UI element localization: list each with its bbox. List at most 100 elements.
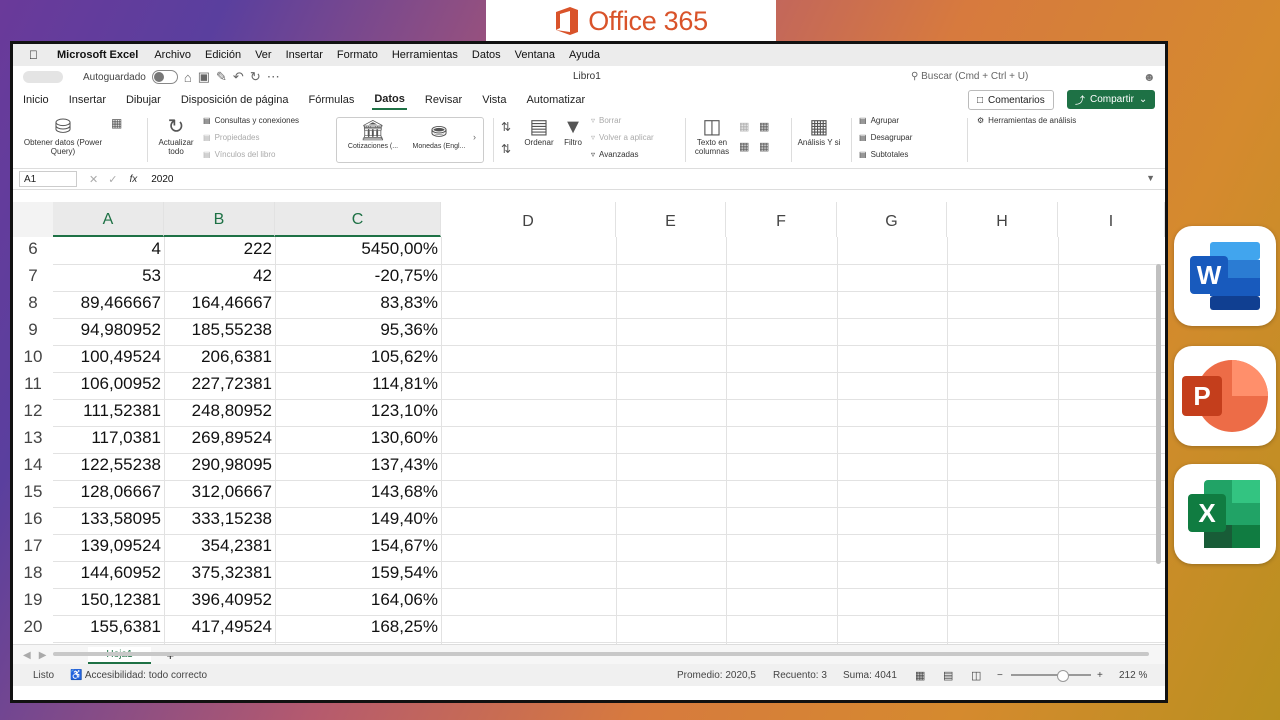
whatif-button[interactable]: ▦ Análisis Y si — [797, 116, 841, 147]
cell-c[interactable]: 168,25% — [275, 617, 441, 637]
column-header-a[interactable]: A — [53, 202, 164, 237]
row-header[interactable]: 19 — [13, 590, 53, 610]
cell-b[interactable]: 396,40952 — [164, 590, 275, 610]
stocks-button[interactable]: 🏛 Cotizaciones (... — [341, 120, 405, 151]
sort-asc-icon[interactable]: ⇅ — [501, 120, 511, 134]
accessibility-status[interactable]: ♿ Accesibilidad: todo correcto — [70, 670, 207, 681]
cell-a[interactable]: 139,09524 — [53, 536, 164, 556]
tab-revisar[interactable]: Revisar — [423, 91, 464, 109]
column-header-b[interactable]: B — [164, 202, 275, 237]
advanced-button[interactable]: ▿ Avanzadas — [591, 150, 638, 159]
cell-a[interactable]: 150,12381 — [53, 590, 164, 610]
cell-a[interactable]: 122,55238 — [53, 455, 164, 475]
analysis-tools-button[interactable]: ⚙ Herramientas de análisis — [977, 116, 1076, 125]
name-box[interactable]: A1 — [19, 171, 77, 187]
cell-b[interactable]: 185,55238 — [164, 320, 275, 340]
menu-item-archivo[interactable]: Archivo — [154, 49, 191, 61]
column-header-c[interactable]: C — [275, 202, 441, 237]
menu-item-formato[interactable]: Formato — [337, 49, 378, 61]
tab-disposicion[interactable]: Disposición de página — [179, 91, 291, 109]
sort-button[interactable]: ▤ Ordenar — [521, 116, 557, 147]
share-button[interactable]: ⤴ Compartir ⌄ — [1067, 90, 1156, 109]
tab-insertar[interactable]: Insertar — [67, 91, 108, 109]
row-header[interactable]: 13 — [13, 428, 53, 448]
tab-inicio[interactable]: Inicio — [21, 91, 51, 109]
menu-item-ventana[interactable]: Ventana — [515, 49, 555, 61]
row-header[interactable]: 20 — [13, 617, 53, 637]
menu-item-edicion[interactable]: Edición — [205, 49, 241, 61]
menu-item-ayuda[interactable]: Ayuda — [569, 49, 600, 61]
row-header[interactable]: 18 — [13, 563, 53, 583]
page-break-icon[interactable]: ◫ — [971, 669, 981, 682]
cell-a[interactable]: 117,0381 — [53, 428, 164, 448]
links-button[interactable]: ▤ Vínculos del libro — [203, 150, 275, 159]
row-header[interactable]: 7 — [13, 266, 53, 286]
home-icon[interactable]: ⌂ — [184, 70, 192, 85]
cell-c[interactable]: 154,67% — [275, 536, 441, 556]
zoom-slider-thumb[interactable] — [1057, 670, 1069, 682]
cell-b[interactable]: 312,06667 — [164, 482, 275, 502]
redo-icon[interactable]: ↻ — [250, 69, 261, 85]
row-header[interactable]: 9 — [13, 320, 53, 340]
cell-b[interactable]: 42 — [164, 266, 275, 286]
cell-a[interactable]: 155,6381 — [53, 617, 164, 637]
text-to-columns-button[interactable]: ◫ Texto en columnas — [691, 116, 733, 156]
column-header-i[interactable]: I — [1058, 202, 1165, 237]
cell-c[interactable]: 83,83% — [275, 293, 441, 313]
cell-c[interactable]: 159,54% — [275, 563, 441, 583]
column-header-h[interactable]: H — [947, 202, 1058, 237]
column-header-g[interactable]: G — [837, 202, 947, 237]
refresh-all-button[interactable]: ↻ Actualizar todo — [153, 116, 199, 156]
formula-input[interactable]: 2020 — [151, 174, 173, 185]
comments-button[interactable]: □ Comentarios — [968, 90, 1054, 110]
cell-a[interactable]: 94,980952 — [53, 320, 164, 340]
cell-a[interactable]: 133,58095 — [53, 509, 164, 529]
cell-c[interactable]: 123,10% — [275, 401, 441, 421]
save-icon[interactable]: ▣ — [198, 69, 210, 85]
clear-button[interactable]: ▿ Borrar — [591, 116, 621, 125]
cell-b[interactable]: 333,15238 — [164, 509, 275, 529]
chevron-right-icon[interactable]: › — [473, 132, 476, 142]
tab-vista[interactable]: Vista — [480, 91, 508, 109]
get-data-button[interactable]: ⛁ Obtener datos (Power Query) — [21, 116, 105, 156]
powerpoint-app-icon[interactable]: P — [1174, 346, 1276, 446]
cell-b[interactable]: 227,72381 — [164, 374, 275, 394]
sidebar-toggle-icon[interactable] — [23, 71, 63, 83]
data-validation-icon[interactable]: ▦ — [739, 140, 749, 153]
consolidate-icon[interactable]: ▦ — [759, 140, 769, 153]
search-input[interactable]: ⚲ Buscar (Cmd + Ctrl + U) — [911, 71, 1028, 82]
edit-icon[interactable]: ✎ — [216, 69, 227, 85]
cell-b[interactable]: 417,49524 — [164, 617, 275, 637]
tab-dibujar[interactable]: Dibujar — [124, 91, 163, 109]
horizontal-scrollbar[interactable] — [53, 652, 1149, 656]
fx-icon[interactable]: fx — [129, 174, 137, 185]
tab-datos[interactable]: Datos — [372, 90, 407, 110]
cancel-confirm-icons[interactable]: ✕✓ — [89, 173, 127, 186]
select-all-corner[interactable] — [13, 202, 53, 237]
sort-desc-icon[interactable]: ⇅ — [501, 142, 511, 156]
cell-c[interactable]: 164,06% — [275, 590, 441, 610]
cell-a[interactable]: 89,466667 — [53, 293, 164, 313]
cell-b[interactable]: 375,32381 — [164, 563, 275, 583]
zoom-in-icon[interactable]: + — [1097, 670, 1103, 681]
share-people-icon[interactable]: ☻ — [1143, 70, 1156, 84]
word-app-icon[interactable]: W — [1174, 226, 1276, 326]
row-header[interactable]: 14 — [13, 455, 53, 475]
row-header[interactable]: 15 — [13, 482, 53, 502]
currencies-button[interactable]: ⛂ Monedas (Engl... — [407, 120, 471, 151]
menu-item-ver[interactable]: Ver — [255, 49, 272, 61]
cell-c[interactable]: 137,43% — [275, 455, 441, 475]
next-sheet-icon[interactable]: ▶ — [39, 650, 47, 661]
column-header-e[interactable]: E — [616, 202, 726, 237]
cell-b[interactable]: 164,46667 — [164, 293, 275, 313]
cell-a[interactable]: 4 — [53, 239, 164, 259]
zoom-slider[interactable] — [1011, 674, 1091, 676]
cell-c[interactable]: 5450,00% — [275, 239, 441, 259]
cell-c[interactable]: 130,60% — [275, 428, 441, 448]
row-header[interactable]: 8 — [13, 293, 53, 313]
row-header[interactable]: 12 — [13, 401, 53, 421]
more-icon[interactable]: ⋯ — [267, 69, 280, 85]
app-name[interactable]: Microsoft Excel — [57, 49, 138, 61]
remove-duplicates-icon[interactable]: ▦ — [759, 120, 769, 133]
zoom-level[interactable]: 212 % — [1119, 670, 1147, 681]
